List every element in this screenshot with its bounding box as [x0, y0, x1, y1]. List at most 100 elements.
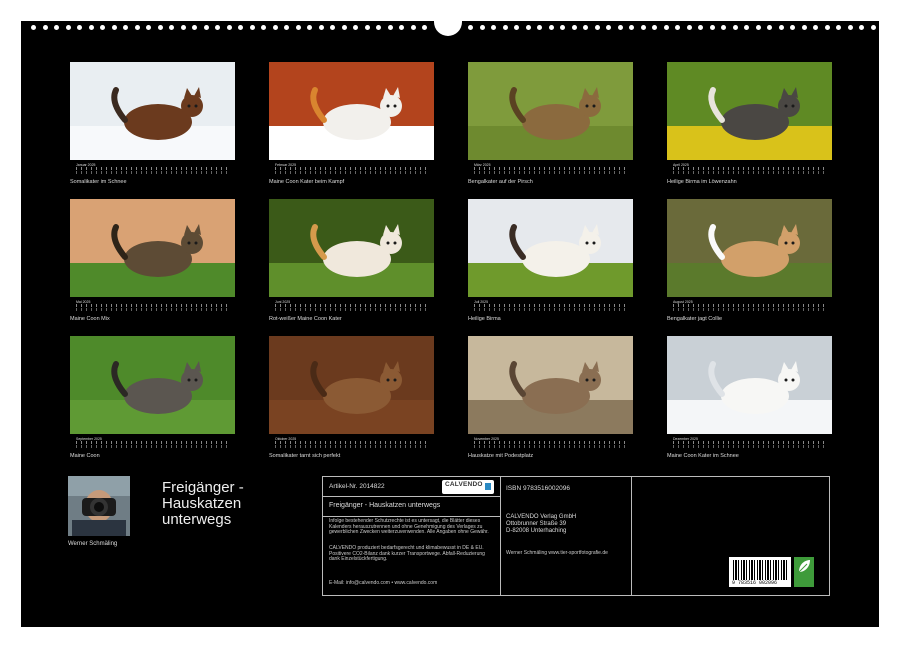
- photo-caption: Rot-weißer Maine Coon Kater: [269, 316, 342, 322]
- binding-hole: [698, 25, 703, 30]
- binding-hole: [88, 25, 94, 30]
- binding-hole: [560, 25, 565, 30]
- day-numbers-row: [76, 167, 230, 170]
- binding-hole: [387, 25, 393, 30]
- binding-hole: [525, 25, 531, 30]
- photo-caption: Heilige Birma im Löwenzahn: [667, 179, 737, 185]
- weekday-row: [275, 445, 429, 448]
- weekday-row: [673, 445, 827, 448]
- binding-hole: [663, 25, 669, 30]
- binding-hole: [617, 25, 623, 30]
- binding-hole: [226, 25, 232, 30]
- cat-photo: [667, 336, 832, 434]
- binding-hole: [261, 25, 266, 30]
- binding-hole: [755, 25, 761, 30]
- weekday-row: [275, 171, 429, 174]
- weekday-row: [673, 308, 827, 311]
- binding-hole: [479, 25, 485, 30]
- day-numbers-row: [474, 304, 628, 307]
- binding-hole: [123, 25, 128, 30]
- day-numbers-row: [76, 304, 230, 307]
- weekday-row: [673, 171, 827, 174]
- photographer-credit: Werner Schmäling www.tier-sportfotografi…: [506, 550, 608, 556]
- photo-caption: Maine Coon Mix: [70, 316, 110, 322]
- binding-hole: [54, 25, 59, 30]
- binding-hole: [341, 25, 347, 30]
- photo-caption: Somalikater tarnt sich perfekt: [269, 453, 341, 459]
- binding-hole: [410, 25, 416, 30]
- binding-hole: [215, 25, 220, 30]
- binding-hole: [111, 25, 117, 30]
- binding-hole: [468, 25, 473, 30]
- cat-photo: [269, 336, 434, 434]
- barcode-number: 9 783516 002096: [732, 580, 778, 586]
- binding-hole: [571, 25, 577, 30]
- calvendo-logo-mark: [485, 483, 491, 490]
- photo-caption: Bengalkater jagt Collie: [667, 316, 723, 322]
- author-portrait: [68, 476, 130, 536]
- divider: [323, 496, 500, 497]
- cat-photo: [70, 62, 235, 160]
- binding-hole: [146, 25, 151, 30]
- binding-hole: [870, 25, 876, 30]
- binding-hole: [721, 25, 726, 30]
- weekday-row: [474, 445, 628, 448]
- binding-hole: [548, 25, 554, 30]
- binding-hole: [767, 25, 772, 30]
- binding-hole: [847, 25, 853, 30]
- barcode: 9 783516 002096: [729, 557, 791, 587]
- weekday-row: [76, 171, 230, 174]
- binding-hole: [192, 25, 197, 30]
- photo-caption: Somalikater im Schnee: [70, 179, 127, 185]
- photo-caption: Maine Coon Kater beim Kampf: [269, 179, 345, 185]
- binding-hole: [583, 25, 588, 30]
- day-numbers-row: [275, 304, 429, 307]
- binding-hole: [295, 25, 301, 30]
- day-numbers-row: [474, 441, 628, 444]
- day-numbers-row: [275, 167, 429, 170]
- binding-hole: [180, 25, 186, 30]
- day-numbers-row: [275, 441, 429, 444]
- cat-photo: [667, 199, 832, 297]
- binding-hole: [284, 25, 289, 30]
- cat-photo: [269, 199, 434, 297]
- binding-hole: [330, 25, 335, 30]
- binding-hole: [422, 25, 427, 30]
- cat-photo: [70, 199, 235, 297]
- contact-line: E-Mail: info@calvendo.com • www.calvendo…: [329, 580, 438, 586]
- binding-hole: [65, 25, 71, 30]
- day-numbers-row: [673, 167, 827, 170]
- info-column-left: Artikel-Nr. 2014822 CALVENDO Freigänger …: [323, 477, 501, 595]
- legal-text-1: Infolge bestehender Schutzrechte ist es …: [329, 518, 489, 536]
- weekday-row: [474, 308, 628, 311]
- binding-hole: [686, 25, 692, 30]
- binding-hole: [824, 25, 830, 30]
- binding-hole: [836, 25, 841, 30]
- day-numbers-row: [76, 441, 230, 444]
- binding-hole: [42, 25, 48, 30]
- binding-hole: [652, 25, 657, 30]
- binding-hole: [859, 25, 864, 30]
- binding-hole: [157, 25, 163, 30]
- cat-photo: [468, 62, 633, 160]
- day-numbers-row: [673, 304, 827, 307]
- binding-hole: [376, 25, 381, 30]
- photo-caption: Hauskatze mit Podestplatz: [468, 453, 534, 459]
- publisher-street: Ottobrunner Straße 39: [506, 521, 567, 527]
- cat-photo: [468, 336, 633, 434]
- binding-hole: [801, 25, 807, 30]
- binding-hole: [790, 25, 795, 30]
- binding-hole: [353, 25, 358, 30]
- binding-hole: [514, 25, 519, 30]
- photo-caption: Bengalkater auf der Pirsch: [468, 179, 533, 185]
- binding-hole: [502, 25, 508, 30]
- cat-photo: [468, 199, 633, 297]
- divider: [323, 516, 500, 517]
- article-number: Artikel-Nr. 2014822: [329, 483, 385, 490]
- binding-hole: [732, 25, 738, 30]
- publisher-city: D-82008 Unterhaching: [506, 528, 567, 534]
- calvendo-logo-text: CALVENDO: [445, 481, 483, 488]
- weekday-row: [76, 445, 230, 448]
- author-name: Werner Schmäling: [68, 541, 118, 547]
- binding-hole: [249, 25, 255, 30]
